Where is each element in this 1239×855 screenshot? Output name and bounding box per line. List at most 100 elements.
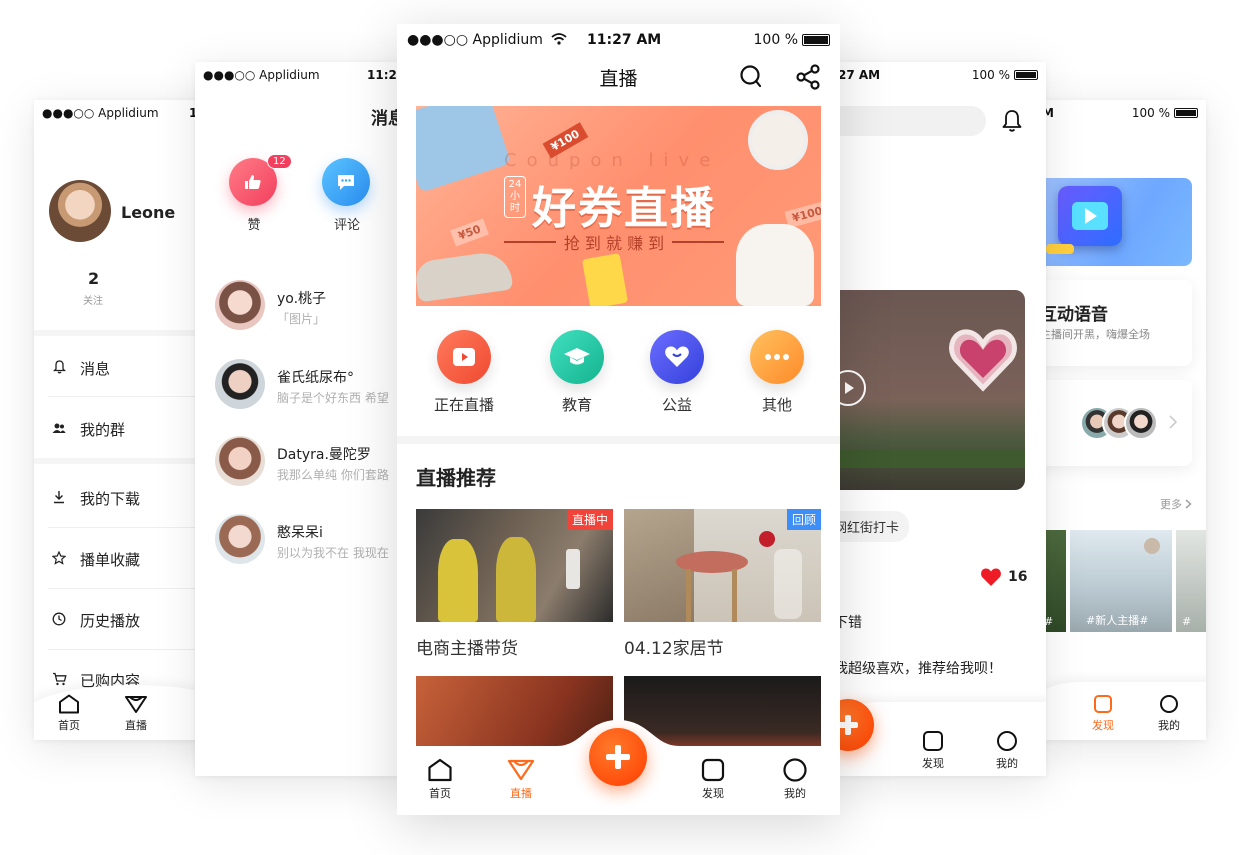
cart-icon	[50, 672, 68, 690]
message-name: Datyra.曼陀罗	[277, 447, 371, 463]
message-row[interactable]: 雀氏纸尿布° 脑子是个好东西 希望	[215, 359, 405, 413]
search-icon[interactable]	[739, 64, 763, 94]
heart-wreath	[948, 324, 1018, 394]
category-label: 教育	[561, 396, 592, 414]
replay-card[interactable]: 回顾 04.12家居节	[624, 509, 821, 659]
avatar-group-card[interactable]	[1040, 380, 1192, 466]
menu-label: 我的群	[80, 421, 126, 439]
message-name: yo.桃子	[277, 291, 327, 307]
card-title: 04.12家居节	[624, 639, 724, 659]
share-icon[interactable]	[795, 64, 821, 94]
tab-mine[interactable]: 我的	[1158, 694, 1180, 733]
tab-label: 直播	[510, 787, 532, 800]
battery-label: 100 %	[753, 32, 798, 48]
live-badge: 直播中	[566, 509, 613, 530]
follow-count[interactable]: 2	[88, 269, 99, 288]
notification-badge: 12	[267, 154, 292, 169]
video-thumbnail[interactable]	[830, 290, 1025, 490]
tag-chip[interactable]: 网红街打卡	[830, 511, 910, 542]
category-education[interactable]: 教育	[532, 330, 622, 415]
battery-icon	[1174, 108, 1198, 118]
ticket-label: ¥100	[790, 204, 821, 225]
hedge	[830, 450, 1025, 468]
menu-item-messages[interactable]: 消息	[50, 358, 110, 379]
woman-figure	[438, 539, 478, 622]
fan-illustration	[748, 110, 808, 170]
add-button[interactable]	[589, 728, 647, 786]
tv-illustration	[1058, 186, 1122, 246]
tab-label: 首页	[429, 787, 451, 800]
category-other[interactable]: 其他	[732, 330, 822, 415]
topic-tile[interactable]: #新人主播#	[1070, 530, 1172, 632]
time-label: 11:27 AM	[587, 32, 662, 48]
graduation-cap-icon	[550, 330, 604, 384]
time-label: 27 AM	[838, 68, 881, 82]
like-count: 16	[1008, 569, 1028, 585]
battery-label: 100 %	[971, 68, 1010, 82]
banner-subtitle: 抢 到 就 赚 到	[504, 230, 725, 254]
tab-discover[interactable]: 发现	[922, 730, 944, 771]
tab-home[interactable]: 首页	[427, 758, 453, 801]
comment-icon	[322, 158, 370, 206]
bell-icon[interactable]	[1000, 109, 1024, 137]
carrier-label: ●●●○○ Applidium	[42, 106, 159, 120]
quick-comment[interactable]: 评论	[322, 158, 372, 233]
menu-item-history[interactable]: 历史播放	[50, 610, 140, 631]
quick-like[interactable]: 12 赞	[229, 154, 292, 233]
message-preview: 脑子是个好东西 希望	[277, 391, 389, 405]
tab-home[interactable]: 首页	[58, 694, 80, 733]
menu-item-favorites[interactable]: 播单收藏	[50, 549, 140, 570]
ticket-label: ¥50	[456, 222, 483, 243]
page-title: 直播	[599, 68, 638, 90]
like-counter[interactable]: 16	[980, 567, 1027, 587]
wifi-icon	[551, 33, 567, 45]
circle-icon	[1160, 695, 1178, 713]
square-icon	[923, 731, 943, 751]
menu-item-downloads[interactable]: 我的下载	[50, 488, 140, 509]
tab-mine[interactable]: 我的	[996, 730, 1018, 771]
tab-discover[interactable]: 发现	[1092, 694, 1114, 733]
avatar	[215, 514, 265, 564]
avatar	[215, 436, 265, 486]
sphere-decoration	[1144, 538, 1160, 554]
stool-leg	[732, 569, 737, 622]
car-illustration	[1046, 244, 1074, 254]
more-link[interactable]: 更多	[1160, 496, 1192, 512]
voice-banner[interactable]	[1040, 178, 1192, 266]
home-icon	[59, 694, 79, 714]
avatar[interactable]	[49, 180, 111, 242]
category-charity[interactable]: 公益	[632, 330, 722, 415]
tab-discover[interactable]: 发现	[701, 758, 725, 801]
category-live-now[interactable]: 正在直播	[419, 330, 509, 415]
carrier-text: ●●●○○ Applidium	[407, 32, 543, 48]
search-bar[interactable]	[830, 106, 986, 136]
topic-tile[interactable]: #	[1176, 530, 1206, 632]
battery-icon	[802, 34, 830, 46]
home-icon	[428, 758, 452, 782]
category-label: 正在直播	[433, 396, 494, 414]
more-icon	[750, 330, 804, 384]
rose-vase	[774, 549, 802, 619]
comment-text: 我超级喜欢，推荐给我呗！	[834, 661, 1002, 677]
voice-card[interactable]: 互动语音 主播间开黑，嗨爆全场	[1040, 280, 1192, 366]
tab-label: 发现	[922, 757, 944, 770]
message-row[interactable]: Datyra.曼陀罗 我那么单纯 你们套路	[215, 436, 405, 490]
live-card[interactable]: 直播中 电商主播带货	[416, 509, 613, 659]
group-icon	[50, 422, 68, 438]
message-name: 雀氏纸尿布°	[277, 370, 354, 386]
avatar	[215, 280, 265, 330]
tab-bar-curve	[1040, 682, 1206, 740]
tab-live[interactable]: 直播	[507, 758, 535, 801]
tab-live[interactable]: 直播	[124, 694, 148, 733]
tab-mine[interactable]: 我的	[782, 758, 808, 801]
message-row[interactable]: 憨呆呆i 别以为我不在 我现在	[215, 514, 405, 568]
message-preview: 别以为我不在 我现在	[277, 546, 389, 560]
menu-item-groups[interactable]: 我的群	[50, 419, 125, 440]
card-image: 回顾	[624, 509, 821, 622]
profile-name[interactable]: Leone	[121, 203, 175, 222]
category-label: 其他	[761, 396, 792, 414]
heart-icon	[650, 330, 704, 384]
message-row[interactable]: yo.桃子 「图片」	[215, 280, 405, 334]
live-triangle-icon	[507, 759, 535, 781]
promo-banner[interactable]: Coupon live ¥100 ¥100 ¥50 24 小 时 好券直播 抢 …	[416, 106, 821, 306]
